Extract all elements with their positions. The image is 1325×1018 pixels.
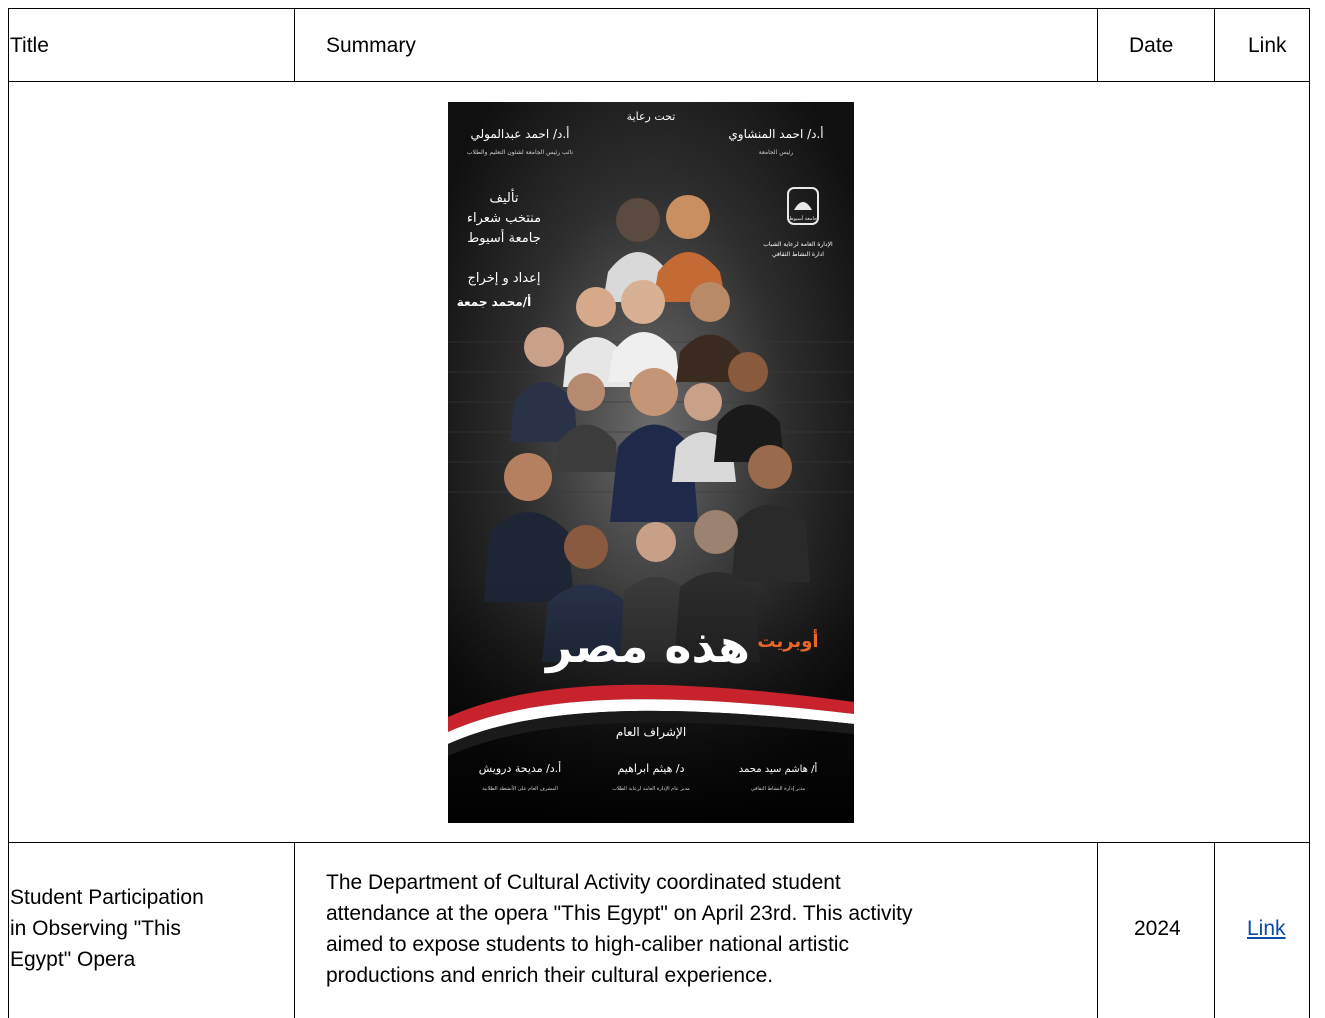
row-summary-line-3: aimed to expose students to high-caliber… — [326, 933, 849, 956]
poster-authorship-line2: جامعة أسيوط — [467, 229, 541, 246]
row-title-line-2: in Observing "This — [10, 917, 181, 940]
poster-supervision-heading: الإشراف العام — [616, 725, 686, 740]
poster-left-name: أ.د/ احمد عبدالمولي — [470, 126, 569, 142]
poster-authorship-heading: تأليف — [490, 188, 519, 206]
row-col-divider-1 — [294, 842, 295, 1018]
opera-poster-image: تحت رعاية أ.د/ احمد عبدالمولي نائب رئيس … — [448, 102, 854, 823]
poster-sup3-role: مدير إدارة النشاط الثقافي — [751, 786, 806, 792]
poster-sup1-role: المشرف العام على الأنشطة الطلابية — [482, 785, 558, 792]
header-date: Date — [1129, 34, 1174, 57]
row-title-line-1: Student Participation — [10, 886, 204, 909]
row-date: 2024 — [1134, 917, 1181, 940]
poster-dept-line2: ادارة النشاط الثقافي — [772, 251, 824, 258]
header-title: Title — [10, 34, 49, 57]
poster-sup3-name: أ/ هاشم سيد محمد — [739, 762, 818, 775]
poster-artwork: تحت رعاية أ.د/ احمد عبدالمولي نائب رئيس … — [448, 102, 854, 823]
header-summary: Summary — [326, 34, 416, 57]
poster-right-role: رئيس الجامعة — [759, 149, 794, 156]
poster-sup2-name: د/ هيثم ابراهيم — [617, 762, 684, 775]
row-summary-line-4: productions and enrich their cultural ex… — [326, 964, 774, 987]
row-col-divider-3 — [1214, 842, 1215, 1018]
poster-right-name: أ.د/ احمد المنشاوي — [728, 126, 823, 142]
data-table: Title Summary Date Link تحت رعاية أ.د/ ا… — [8, 8, 1310, 1018]
row-col-divider-2 — [1097, 842, 1098, 1018]
table-border-top — [8, 8, 1310, 9]
row-title-line-3: Egypt" Opera — [10, 948, 136, 971]
row-link[interactable]: Link — [1247, 916, 1286, 942]
table-border-left — [8, 8, 9, 1018]
poster-title: هذه مصر — [544, 619, 750, 673]
poster-patronage-text: تحت رعاية — [627, 110, 676, 123]
table-border-right — [1309, 8, 1310, 1018]
poster-title-prefix: أوبريت — [757, 629, 818, 652]
header-col-divider-1 — [294, 8, 295, 82]
row-summary-line-1: The Department of Cultural Activity coor… — [326, 871, 841, 894]
header-col-divider-3 — [1214, 8, 1215, 82]
poster-director-name: أ/محمد جمعة — [457, 294, 531, 309]
header-link: Link — [1248, 34, 1287, 57]
poster-authorship-line1: منتخب شعراء — [467, 211, 541, 226]
row-summary-line-2: attendance at the opera "This Egypt" on … — [326, 902, 913, 925]
poster-sup1-name: أ.د/ مديحة درويش — [479, 761, 561, 775]
poster-sup2-role: مدير عام الإدارة العامة لرعاية الطلاب — [612, 786, 690, 792]
poster-directing-heading: إعداد و إخراج — [468, 271, 541, 286]
header-row-divider — [8, 81, 1310, 82]
header-col-divider-2 — [1097, 8, 1098, 82]
poster-row-divider — [8, 842, 1310, 843]
seal-text: جامعة أسيوط — [789, 215, 817, 222]
poster-left-role: نائب رئيس الجامعة لشئون التعليم والطلاب — [467, 149, 574, 156]
poster-dept-line1: الإدارة العامة لرعاية الشباب — [763, 241, 833, 248]
